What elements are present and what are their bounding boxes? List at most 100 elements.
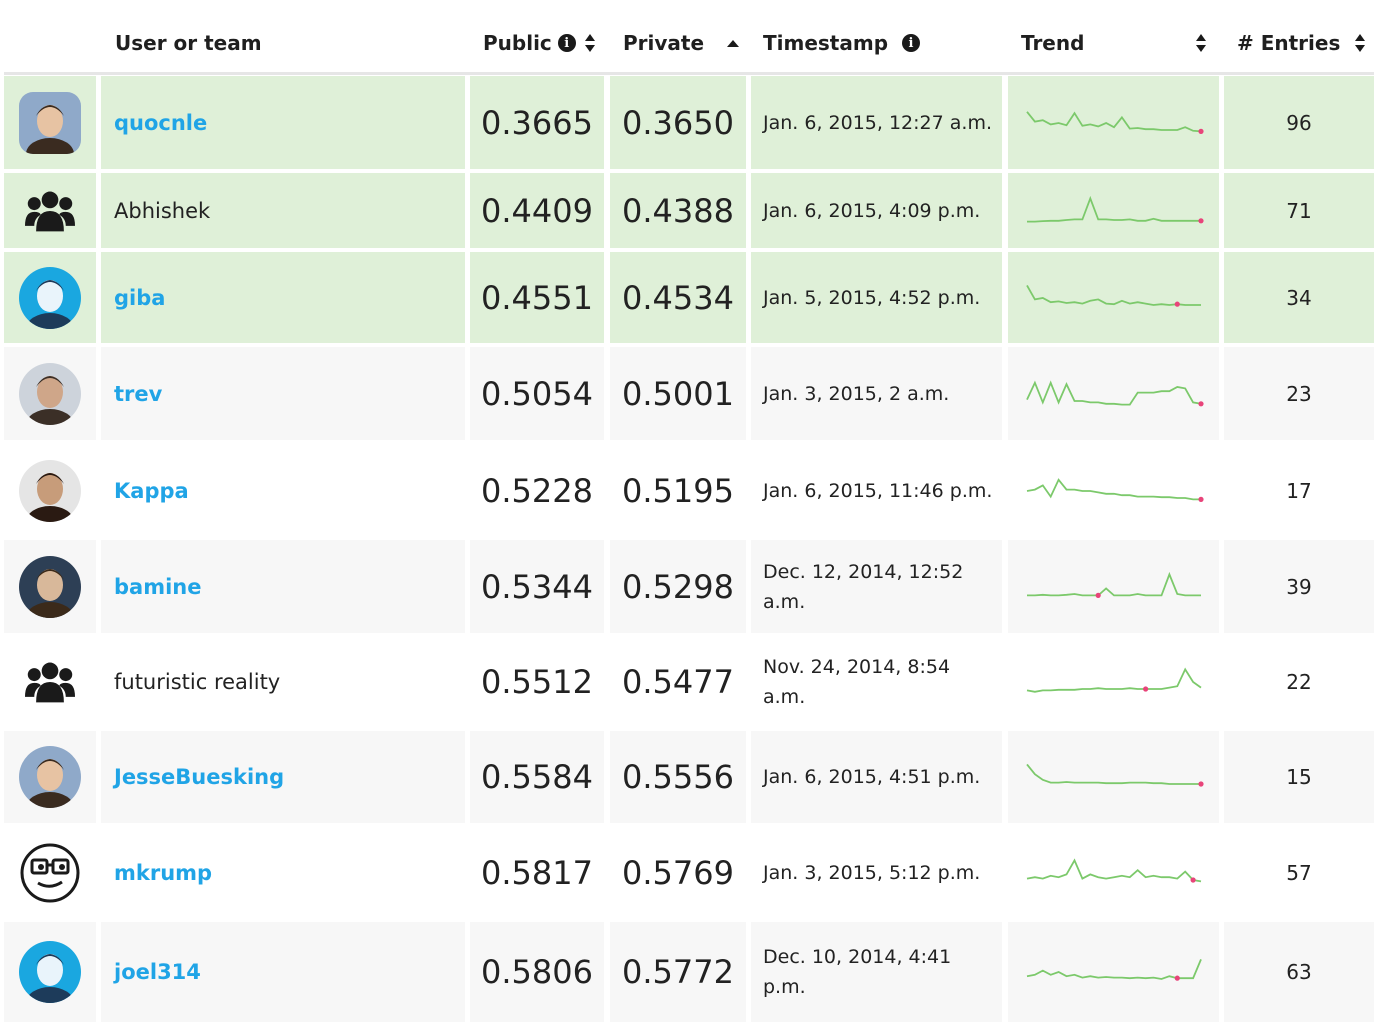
entries-cell: 57 xyxy=(1224,827,1374,918)
sort-ascending-icon[interactable] xyxy=(726,38,740,48)
public-score-cell: 0.5817 xyxy=(470,827,604,918)
trend-line xyxy=(1025,110,1201,132)
trend-sparkline xyxy=(1026,857,1201,883)
team-icon xyxy=(25,661,75,703)
user-name-link[interactable]: joel314 xyxy=(114,960,201,984)
avatar[interactable] xyxy=(19,746,81,808)
trend-sparkline xyxy=(1026,195,1204,223)
header-entries[interactable]: # Entries xyxy=(1237,31,1366,55)
user-name-link[interactable]: Kappa xyxy=(114,479,189,503)
avatar[interactable] xyxy=(19,555,81,618)
private-score-cell: 0.5298 xyxy=(610,540,746,633)
geek-face-avatar[interactable] xyxy=(19,842,81,904)
user-name-link[interactable]: giba xyxy=(114,286,165,310)
private-score-cell: 0.3650 xyxy=(610,76,746,169)
submission-timestamp: Jan. 5, 2015, 4:52 p.m. xyxy=(763,286,981,309)
team-name: futuristic reality xyxy=(114,670,281,694)
public-score-cell: 0.5228 xyxy=(470,444,604,537)
trend-sparkline xyxy=(1026,571,1201,598)
avatar[interactable] xyxy=(19,941,81,1003)
trend-cell xyxy=(1008,827,1219,918)
sort-icon[interactable] xyxy=(584,33,596,53)
timestamp-cell: Nov. 24, 2014, 8:54 a.m. xyxy=(751,637,1002,727)
entries-cell: 22 xyxy=(1224,637,1374,727)
timestamp-cell: Jan. 5, 2015, 4:52 p.m. xyxy=(751,252,1002,343)
trend-sparkline xyxy=(1025,379,1204,406)
header-timestamp[interactable]: Timestamp i xyxy=(763,31,921,55)
private-score: 0.5769 xyxy=(622,853,734,892)
trend-line xyxy=(1026,959,1202,980)
trend-line xyxy=(1026,857,1201,882)
avatar[interactable] xyxy=(19,91,81,154)
public-score: 0.5344 xyxy=(481,567,593,606)
trend-best-dot xyxy=(1197,128,1204,134)
user-name-link[interactable]: mkrump xyxy=(114,861,212,885)
trend-best-dot xyxy=(1197,496,1204,502)
trend-best-dot xyxy=(1197,217,1204,223)
public-score-cell: 0.5512 xyxy=(470,637,604,727)
header-private[interactable]: Private xyxy=(623,31,740,55)
avatar-cell xyxy=(4,76,96,169)
trend-cell xyxy=(1008,252,1219,343)
submission-timestamp: Jan. 6, 2015, 4:51 p.m. xyxy=(763,766,981,788)
avatar[interactable] xyxy=(19,459,81,522)
avatar-cell xyxy=(4,444,96,537)
user-name-link[interactable]: JesseBuesking xyxy=(114,765,284,789)
public-score: 0.5054 xyxy=(481,374,593,413)
trend-line xyxy=(1025,284,1201,306)
header-trend[interactable]: Trend xyxy=(1021,31,1207,55)
entries-count: 63 xyxy=(1286,960,1312,984)
timestamp-cell: Dec. 10, 2014, 4:41 p.m. xyxy=(751,922,1002,1022)
table-row: bamine 0.5344 0.5298 Dec. 12, 2014, 12:52 a… xyxy=(4,540,1374,633)
entries-count: 34 xyxy=(1286,285,1312,310)
submission-timestamp: Jan. 6, 2015, 12:27 a.m. xyxy=(763,111,992,134)
table-row: joel314 0.5806 0.5772 Dec. 10, 2014, 4:41 p… xyxy=(4,922,1374,1022)
public-score: 0.5228 xyxy=(481,471,593,510)
user-name-link[interactable]: quocnle xyxy=(114,111,207,135)
table-row: trev 0.5054 0.5001 Jan. 3, 2015, 2 a.m. 23 xyxy=(4,347,1374,440)
trend-best-dot xyxy=(1174,975,1180,981)
sort-icon[interactable] xyxy=(1195,33,1207,53)
info-icon[interactable]: i xyxy=(557,34,576,52)
user-name-link[interactable]: trev xyxy=(114,382,162,406)
private-score: 0.5298 xyxy=(622,567,734,606)
table-row: giba 0.4551 0.4534 Jan. 5, 2015, 4:52 p.m. 3… xyxy=(4,252,1374,343)
avatar[interactable] xyxy=(19,266,81,329)
name-cell: bamine xyxy=(101,540,465,633)
name-cell: JesseBuesking xyxy=(101,731,465,823)
avatar[interactable] xyxy=(19,362,81,425)
private-score-cell: 0.5477 xyxy=(610,637,746,727)
trend-best-dot xyxy=(1197,400,1204,406)
table-row: JesseBuesking 0.5584 0.5556 Jan. 6, 2015, 4… xyxy=(4,731,1374,823)
entries-cell: 96 xyxy=(1224,76,1374,169)
private-score-cell: 0.5772 xyxy=(610,922,746,1022)
trend-cell xyxy=(1008,540,1219,633)
public-score-cell: 0.4551 xyxy=(470,252,604,343)
submission-timestamp: Jan. 3, 2015, 5:12 p.m. xyxy=(763,861,981,884)
avatar-cell xyxy=(4,540,96,633)
trend-line xyxy=(1025,379,1201,406)
public-score: 0.5806 xyxy=(481,953,593,991)
trend-line xyxy=(1026,477,1201,500)
entries-count: 15 xyxy=(1286,765,1312,789)
info-icon[interactable]: i xyxy=(902,34,921,52)
name-cell: Kappa xyxy=(101,444,465,537)
trend-best-dot xyxy=(1095,592,1101,598)
avatar-cell xyxy=(4,922,96,1022)
public-score-cell: 0.5054 xyxy=(470,347,604,440)
user-name-link[interactable]: bamine xyxy=(114,575,201,599)
timestamp-cell: Jan. 6, 2015, 4:09 p.m. xyxy=(751,173,1002,248)
submission-timestamp: Dec. 10, 2014, 4:41 p.m. xyxy=(763,946,952,998)
table-row: Kappa 0.5228 0.5195 Jan. 6, 2015, 11:46 p.m… xyxy=(4,444,1374,537)
leaderboard-header: User or team Public i Private Timestamp … xyxy=(4,0,1374,75)
sort-icon[interactable] xyxy=(1354,33,1366,53)
trend-cell xyxy=(1008,731,1219,823)
avatar-cell xyxy=(4,731,96,823)
trend-line xyxy=(1026,571,1201,596)
trend-best-dot xyxy=(1174,301,1180,307)
public-score: 0.5817 xyxy=(481,853,593,892)
trend-sparkline xyxy=(1025,284,1201,307)
trend-cell xyxy=(1008,347,1219,440)
header-public[interactable]: Public i xyxy=(483,31,596,55)
private-score-cell: 0.5195 xyxy=(610,444,746,537)
